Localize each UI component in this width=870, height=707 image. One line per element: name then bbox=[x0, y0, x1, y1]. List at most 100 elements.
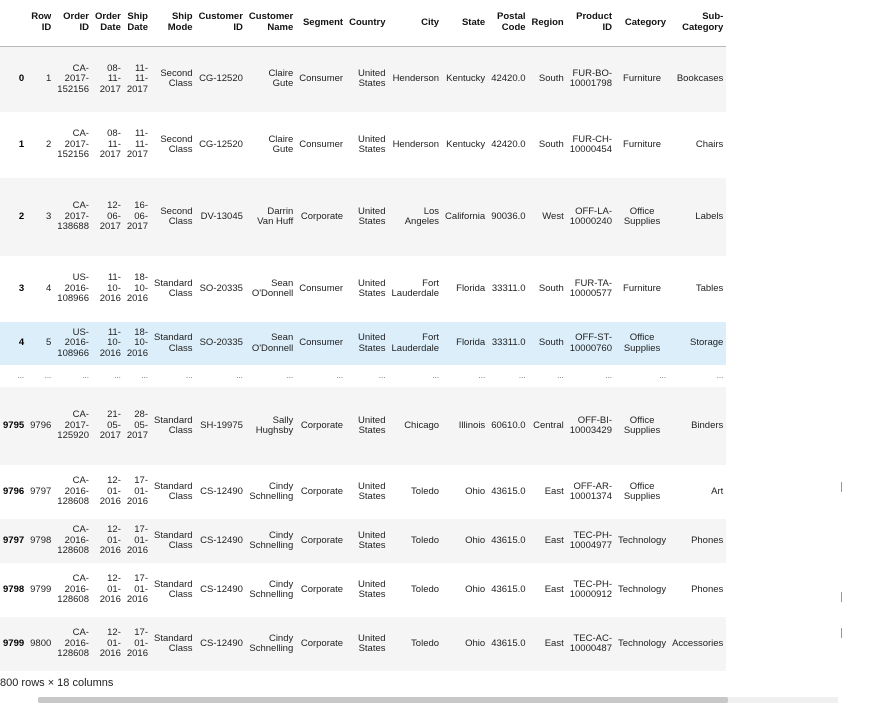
order-date-cell: 11- 10- 2016 bbox=[92, 322, 124, 365]
column-header-text: Mode bbox=[167, 21, 193, 33]
cell-line: 2016- bbox=[64, 485, 89, 497]
cell-line: 2016 bbox=[126, 594, 148, 606]
sub-category-cell: Bookcases bbox=[676, 73, 724, 84]
order-id-cell: CA- 2017- 125920 bbox=[54, 387, 92, 465]
cell-line: Class bbox=[168, 589, 193, 600]
city-cell: Los Angeles bbox=[389, 178, 443, 256]
cell-line: 10000487 bbox=[569, 643, 613, 654]
sub-category-cell: Labels bbox=[695, 210, 724, 222]
row-index: 9798 bbox=[3, 583, 25, 595]
cell-line: United bbox=[358, 133, 386, 145]
ellipsis-cell: ... bbox=[44, 370, 52, 380]
cell-line: Class bbox=[168, 540, 193, 551]
ship-date-cell: 17- 01- 2016 bbox=[124, 519, 151, 563]
column-header: Segment bbox=[296, 0, 346, 46]
region-cell: East bbox=[544, 485, 564, 497]
cell-line: TEC-PH- bbox=[573, 529, 613, 541]
cell-line: Supplies bbox=[623, 342, 661, 354]
ellipsis-cell: ... bbox=[336, 370, 344, 380]
customer-id-cell: SH-19975 bbox=[200, 419, 243, 431]
cell-line: Toledo bbox=[411, 637, 440, 649]
cell-line: Schnelling bbox=[249, 643, 294, 654]
cell-line: Hughsby bbox=[255, 425, 294, 436]
cell-line: 10000240 bbox=[569, 216, 613, 227]
cell-line: 2016 bbox=[126, 545, 148, 557]
cell-line: 2017 bbox=[126, 83, 148, 95]
cell-line: Technology bbox=[618, 583, 667, 595]
state-cell: Ohio bbox=[465, 583, 486, 595]
order-date-cell: 08- 11- 2017 bbox=[92, 112, 124, 178]
cell-line: 05- bbox=[107, 419, 121, 431]
ship-mode-cell: Standard Class bbox=[151, 387, 196, 465]
dataframe-table: Row ID Order ID Order Date Ship Date Ship Mode Cus… bbox=[0, 0, 727, 671]
ellipsis-cell: ... bbox=[114, 370, 121, 380]
column-header-text: Ship bbox=[171, 11, 193, 23]
cell-line: 11- bbox=[107, 138, 121, 150]
country-cell: United States bbox=[346, 322, 388, 365]
product-id-cell: TEC-AC- 10000487 bbox=[567, 617, 615, 671]
segment-cell: Corporate bbox=[300, 534, 344, 546]
cell-line: TEC-PH- bbox=[573, 578, 613, 590]
column-header: Region bbox=[529, 0, 567, 46]
cell-line: 28- bbox=[134, 409, 148, 421]
column-header: City bbox=[389, 0, 443, 46]
category-cell: Office Supplies bbox=[615, 465, 669, 519]
cell-line: 2017 bbox=[126, 430, 148, 442]
postal-code-cell: 42420.0 bbox=[491, 73, 526, 84]
country-cell: United States bbox=[346, 519, 388, 563]
cell-line: 11- bbox=[107, 326, 121, 338]
state-cell: Florida bbox=[456, 282, 486, 294]
cell-line: 11- bbox=[107, 73, 121, 84]
cell-line: CA- bbox=[72, 573, 89, 585]
country-cell: United States bbox=[346, 112, 388, 178]
sub-category-cell: Phones bbox=[691, 534, 724, 546]
cell-line: 2017- bbox=[64, 138, 89, 150]
cell-line: 01- bbox=[134, 534, 148, 546]
cell-line: United bbox=[358, 414, 386, 426]
cell-line: Standard bbox=[154, 277, 193, 289]
cell-line: 2017 bbox=[99, 149, 121, 161]
column-header-text: Ship bbox=[127, 11, 148, 23]
order-id-cell: CA- 2016- 128608 bbox=[54, 563, 92, 617]
cell-line: Class bbox=[168, 643, 193, 654]
cell-line: CA- bbox=[72, 524, 89, 536]
cell-line: Class bbox=[168, 216, 193, 227]
cell-line: Second bbox=[160, 67, 193, 79]
scroll-tick-mark bbox=[841, 628, 842, 638]
cell-line: 2016- bbox=[64, 282, 89, 294]
customer-name-cell: Sean O'Donnell bbox=[246, 256, 296, 322]
cell-line: OFF-BI- bbox=[577, 414, 613, 426]
scrollbar-thumb[interactable] bbox=[38, 697, 728, 703]
region-cell: East bbox=[544, 637, 564, 649]
horizontal-scrollbar[interactable] bbox=[38, 697, 838, 703]
cell-line: OFF-AR- bbox=[573, 480, 613, 492]
cell-line: Standard bbox=[154, 578, 193, 590]
cell-line: Class bbox=[168, 342, 193, 354]
postal-code-cell: 42420.0 bbox=[491, 138, 526, 150]
cell-line: CA- bbox=[72, 128, 89, 140]
ellipsis-cell: ... bbox=[185, 370, 193, 380]
cell-line: 17- bbox=[134, 573, 148, 585]
row-index: 1 bbox=[18, 138, 25, 150]
cell-line: 05- bbox=[134, 419, 148, 431]
ship-date-cell: 16- 06- 2017 bbox=[124, 178, 151, 256]
customer-name-cell: Cindy Schnelling bbox=[246, 563, 296, 617]
cell-line: OFF-ST- bbox=[575, 332, 613, 343]
segment-cell: Corporate bbox=[300, 637, 344, 649]
cell-line: 17- bbox=[134, 627, 148, 639]
cell-line: 2017 bbox=[126, 149, 148, 161]
category-cell: Office Supplies bbox=[615, 387, 669, 465]
column-header: Sub- Category bbox=[669, 0, 726, 46]
product-id-cell: FUR-BO- 10001798 bbox=[567, 46, 615, 112]
table-row: 9799 9800 CA- 2016- 128608 12- 01- 2016 17- 01- 20… bbox=[0, 617, 727, 671]
sub-category-cell: Tables bbox=[695, 282, 724, 294]
cell-line: CA- bbox=[72, 200, 89, 212]
ellipsis-cell: ... bbox=[236, 370, 243, 380]
cell-line: 11- bbox=[134, 138, 148, 150]
sub-category-cell: Chairs bbox=[695, 138, 724, 150]
cell-line: Cindy bbox=[268, 632, 294, 644]
row-id-cell: 9798 bbox=[30, 534, 52, 546]
order-date-cell: 12- 01- 2016 bbox=[92, 563, 124, 617]
postal-code-cell: 33311.0 bbox=[491, 282, 526, 294]
customer-name-cell: Darrin Van Huff bbox=[246, 178, 296, 256]
